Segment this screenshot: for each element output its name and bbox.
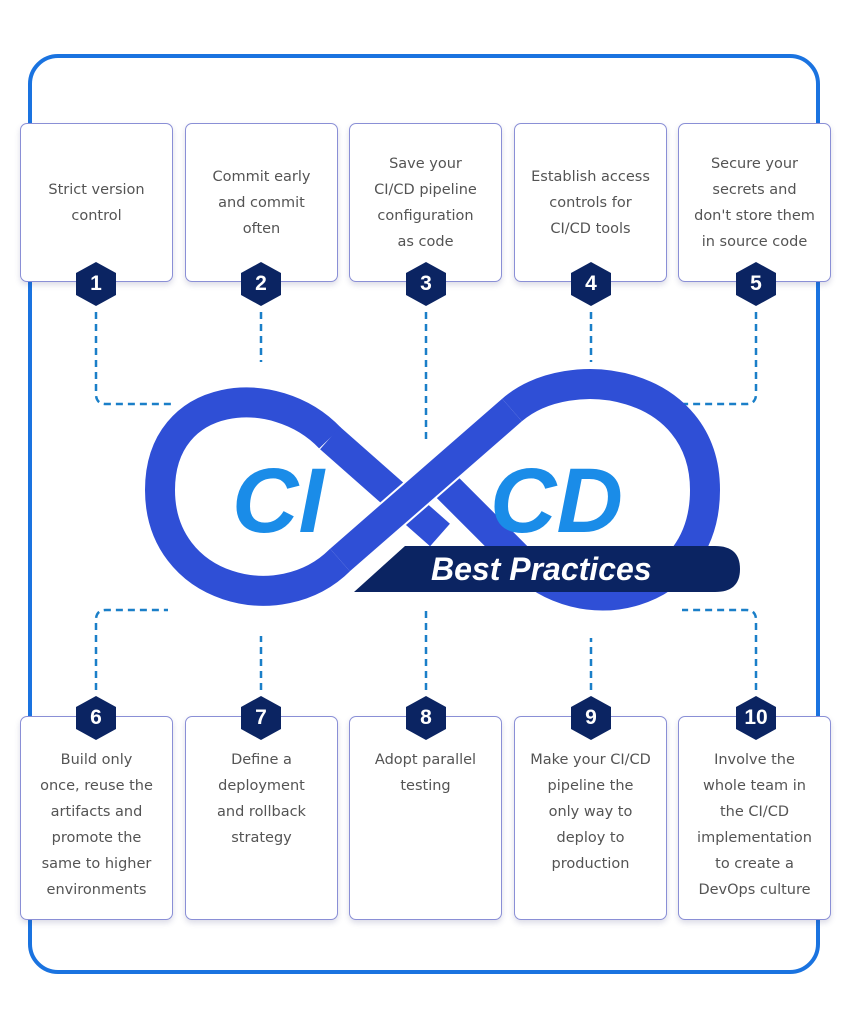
practice-text: control bbox=[71, 207, 122, 224]
practice-text: Build only bbox=[60, 752, 133, 768]
practice-text: and commit bbox=[218, 194, 305, 211]
logo-subtitle: Best Practices bbox=[431, 551, 652, 587]
practice-text: promote the bbox=[51, 830, 142, 846]
practice-card-5: Secure your secrets and don't store them… bbox=[678, 123, 831, 282]
practice-text: Make your CI/CD bbox=[530, 752, 651, 768]
practice-card-3: Save your CI/CD pipeline configuration a… bbox=[349, 123, 502, 282]
practice-text: implementation bbox=[697, 830, 812, 846]
practice-card-8: Adopt parallel testing bbox=[349, 716, 502, 920]
practice-card-2: Commit early and commit often bbox=[185, 123, 338, 282]
practice-text: to create a bbox=[715, 856, 794, 872]
practice-text: environments bbox=[46, 882, 147, 898]
practice-card-10: Involve the whole team in the CI/CD impl… bbox=[678, 716, 831, 920]
practice-text: deployment bbox=[218, 778, 305, 794]
practice-card-4: Establish access controls for CI/CD tool… bbox=[514, 123, 667, 282]
practice-card-1: Strict version control bbox=[20, 123, 173, 282]
practice-text: CI/CD tools bbox=[550, 220, 631, 237]
practice-text: production bbox=[551, 856, 630, 872]
practice-text: Define a bbox=[231, 752, 292, 768]
practice-text: often bbox=[242, 220, 281, 237]
connector-10 bbox=[682, 608, 758, 690]
practice-text: Secure your bbox=[710, 155, 799, 172]
practice-text: controls for bbox=[549, 194, 632, 211]
practice-text: Involve the bbox=[714, 752, 795, 768]
practice-card-7: Define a deployment and rollback strateg… bbox=[185, 716, 338, 920]
practice-text: artifacts and bbox=[50, 804, 143, 820]
connector-6 bbox=[94, 608, 168, 690]
practice-card-9: Make your CI/CD pipeline the only way to… bbox=[514, 716, 667, 920]
practice-text: same to higher bbox=[41, 856, 152, 872]
connector-5 bbox=[682, 312, 758, 406]
practice-text: Strict version bbox=[48, 181, 145, 198]
practice-text: deploy to bbox=[556, 830, 625, 846]
practice-text: don't store them bbox=[694, 207, 815, 224]
practice-text: CI/CD pipeline bbox=[374, 181, 477, 198]
practice-text: DevOps culture bbox=[698, 882, 811, 898]
practice-text: the CI/CD bbox=[720, 804, 789, 820]
practice-text: in source code bbox=[701, 233, 808, 250]
practice-text: Establish access bbox=[531, 168, 650, 185]
practice-text: whole team in bbox=[703, 778, 806, 794]
practice-text: Adopt parallel bbox=[374, 752, 477, 768]
practice-text: testing bbox=[400, 778, 451, 794]
practice-text: and rollback bbox=[217, 804, 306, 820]
practice-card-6: Build only once, reuse the artifacts and… bbox=[20, 716, 173, 920]
practice-text: Commit early bbox=[212, 168, 311, 185]
logo-ci: CI bbox=[232, 450, 326, 552]
practice-text: only way to bbox=[548, 804, 633, 820]
practice-text: strategy bbox=[231, 830, 292, 846]
practice-text: secrets and bbox=[712, 181, 797, 198]
connector-1 bbox=[94, 312, 172, 406]
practice-text: pipeline the bbox=[547, 778, 634, 794]
logo-cd: CD bbox=[490, 450, 623, 552]
practice-text: configuration bbox=[377, 207, 474, 224]
practice-text: once, reuse the bbox=[40, 778, 153, 794]
practice-text: as code bbox=[397, 233, 454, 250]
practice-text: Save your bbox=[389, 155, 462, 172]
